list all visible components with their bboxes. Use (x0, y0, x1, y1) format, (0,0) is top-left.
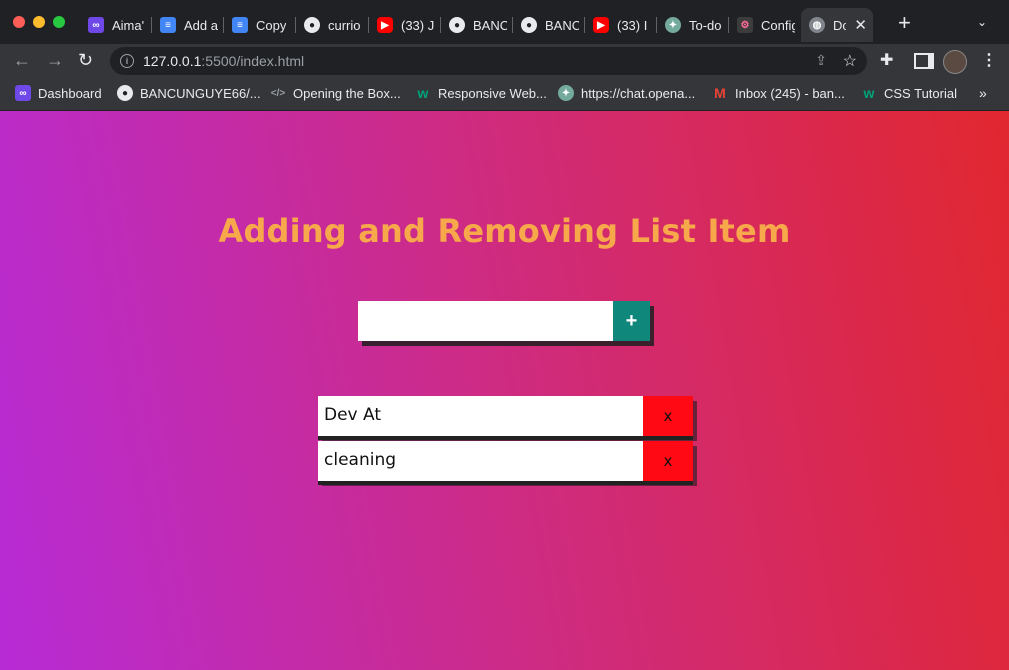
more-bookmarks-icon[interactable]: » (979, 85, 987, 101)
bookmark-label: https://chat.opena... (581, 85, 696, 101)
tab-label: Do (833, 17, 847, 33)
add-item-button[interactable]: + (613, 301, 650, 341)
tab-banc-2[interactable]: ● BANC (513, 8, 585, 42)
todo-list: Dev At x cleaning x (318, 396, 693, 486)
tab-youtube-2[interactable]: ▶ (33) I (585, 8, 657, 42)
tab-label: Add a (184, 17, 218, 33)
bookmark-gmail[interactable]: M Inbox (245) - ban... (712, 85, 845, 101)
bookmark-label: Opening the Box... (293, 85, 401, 101)
tab-label: Copy (256, 17, 287, 33)
chatgpt-icon: ✦ (558, 85, 574, 101)
bookmark-label: Dashboard (38, 85, 102, 101)
code-icon: </> (270, 87, 286, 99)
tab-label: currio (328, 17, 361, 33)
page-title: Adding and Removing List Item (218, 212, 791, 250)
bookmark-css-tutorial[interactable]: w CSS Tutorial (861, 85, 957, 101)
bookmark-responsive-web[interactable]: w Responsive Web... (415, 85, 547, 101)
list-item: Dev At x (318, 396, 693, 436)
github-icon: ● (521, 17, 537, 33)
w3schools-icon: w (417, 85, 429, 101)
tab-label: BANC (473, 17, 507, 33)
youtube-icon: ▶ (377, 17, 393, 33)
github-icon: ● (117, 85, 133, 101)
bookmark-chatgpt[interactable]: ✦ https://chat.opena... (558, 85, 695, 101)
forward-arrow-icon[interactable]: → (46, 50, 64, 70)
delete-item-button[interactable]: x (643, 441, 693, 481)
list-item: cleaning x (318, 441, 693, 481)
bookmark-dashboard[interactable]: ∞ Dashboard (15, 85, 102, 101)
tab-strip: ∞ Aima' ≡ Add a ≡ Copy ● currio ▶ (33) J… (0, 0, 1009, 44)
w3schools-icon: w (863, 85, 875, 101)
tab-youtube-1[interactable]: ▶ (33) J (369, 8, 441, 42)
gmail-icon: M (714, 85, 726, 101)
tab-banc-1[interactable]: ● BANC (441, 8, 513, 42)
tab-aimas[interactable]: ∞ Aima' (80, 8, 152, 42)
github-icon: ● (449, 17, 465, 33)
google-docs-icon: ≡ (232, 17, 248, 33)
add-item-form: + (358, 301, 650, 341)
back-arrow-icon[interactable]: ← (13, 50, 31, 70)
globe-icon: ◍ (809, 17, 825, 33)
reload-icon[interactable]: ↻ (78, 50, 93, 70)
profile-avatar[interactable] (943, 50, 967, 74)
tab-label: Aima' (112, 17, 145, 33)
new-tab-button[interactable]: + (898, 12, 911, 34)
tab-currio[interactable]: ● currio (296, 8, 369, 42)
google-docs-icon: ≡ (160, 17, 176, 33)
bookmark-label: CSS Tutorial (884, 85, 957, 101)
address-bar[interactable]: i 127.0.0.1:5500/index.html ⇪ ☆ (110, 47, 867, 75)
chatgpt-icon: ✦ (665, 17, 681, 33)
zoom-window-button[interactable] (53, 16, 65, 28)
config-icon: ⚙ (737, 17, 753, 33)
tab-list: ∞ Aima' ≡ Add a ≡ Copy ● currio ▶ (33) J… (80, 8, 873, 44)
share-icon[interactable]: ⇪ (815, 52, 827, 69)
close-tab-icon[interactable]: ✕ (854, 16, 867, 34)
tab-label: BANC (545, 17, 579, 33)
close-window-button[interactable] (13, 16, 25, 28)
delete-item-button[interactable]: x (643, 396, 693, 436)
bookmark-label: BANCUNGUYE66/... (140, 85, 261, 101)
browser-toolbar: ← → ↻ i 127.0.0.1:5500/index.html ⇪ ☆ ✚ … (0, 44, 1009, 78)
page-viewport: Adding and Removing List Item + Dev At x… (0, 111, 1009, 670)
youtube-icon: ▶ (593, 17, 609, 33)
tab-label: (33) J (401, 17, 435, 33)
extensions-puzzle-icon[interactable]: ✚ (880, 50, 893, 70)
bookmark-opening-box[interactable]: </> Opening the Box... (270, 85, 401, 101)
aimas-icon: ∞ (15, 85, 31, 101)
bookmark-label: Inbox (245) - ban... (735, 85, 845, 101)
bookmarks-bar: ∞ Dashboard ● BANCUNGUYE66/... </> Openi… (0, 78, 1009, 111)
bookmark-label: Responsive Web... (438, 85, 547, 101)
url-text[interactable]: 127.0.0.1:5500/index.html (143, 53, 304, 69)
tab-label: To-do (689, 17, 722, 33)
side-panel-icon[interactable] (914, 53, 934, 69)
tab-active[interactable]: ◍ Do ✕ (801, 8, 873, 42)
new-item-input[interactable] (358, 301, 613, 341)
bookmark-star-icon[interactable]: ☆ (843, 51, 857, 71)
tab-label: Config (761, 17, 795, 33)
tab-add-a[interactable]: ≡ Add a (152, 8, 224, 42)
tab-label: (33) I (617, 17, 648, 33)
tab-to-do[interactable]: ✦ To-do (657, 8, 729, 42)
bookmark-github[interactable]: ● BANCUNGUYE66/... (117, 85, 261, 101)
list-item-text: cleaning (324, 450, 397, 470)
aimas-icon: ∞ (88, 17, 104, 33)
tab-config[interactable]: ⚙ Config (729, 8, 801, 42)
tab-search-icon[interactable]: ⌄ (977, 15, 987, 29)
info-icon[interactable]: i (120, 54, 134, 68)
tab-copy[interactable]: ≡ Copy (224, 8, 296, 42)
more-menu-icon[interactable]: ⋮ (981, 50, 997, 72)
list-item-text: Dev At (324, 405, 382, 425)
github-icon: ● (304, 17, 320, 33)
minimize-window-button[interactable] (33, 16, 45, 28)
